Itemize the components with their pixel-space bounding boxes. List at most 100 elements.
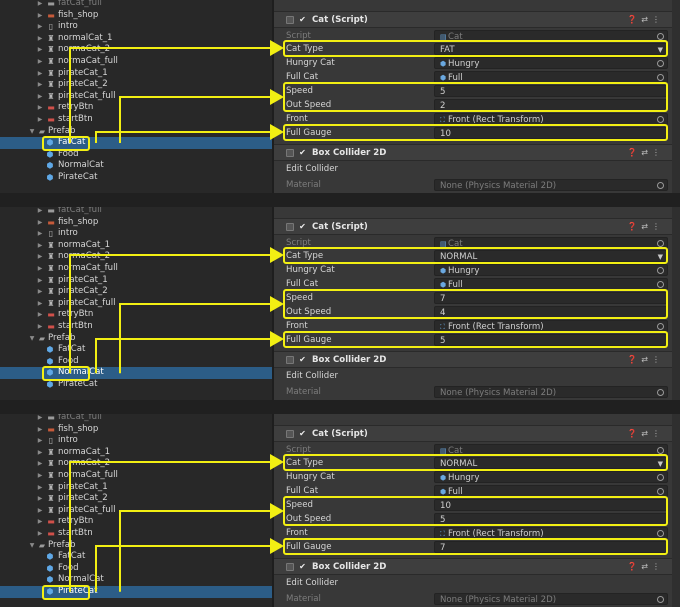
component-header[interactable]: ✔ Cat (Script) ❓⇄⋮ xyxy=(274,425,672,442)
component-tools[interactable]: ❓⇄⋮ xyxy=(627,15,664,24)
component-tools[interactable]: ❓⇄⋮ xyxy=(627,562,664,571)
expand-right-icon[interactable]: ▶ xyxy=(36,91,44,103)
hierarchy-item[interactable]: ▶ ♜ normaCat_1 xyxy=(0,447,272,459)
enabled-checkbox[interactable]: ✔ xyxy=(298,429,307,438)
component-tools[interactable]: ❓⇄⋮ xyxy=(627,148,664,157)
object-picker-icon[interactable] xyxy=(657,323,664,330)
hierarchy-item[interactable]: ▶ ▬ retryBtn xyxy=(0,102,272,114)
object-picker-icon[interactable] xyxy=(657,182,664,189)
hierarchy-item[interactable]: ⬢ Food xyxy=(0,149,272,161)
hierarchy-item-selected[interactable]: ⬢ PirateCat xyxy=(0,586,272,598)
hierarchy-item[interactable]: ▶ ♜ normaCat_1 xyxy=(0,240,272,252)
hierarchy-item[interactable]: ⬢ PirateCat xyxy=(0,379,272,391)
hierarchy-item[interactable]: ▶ ▬ startBtn xyxy=(0,321,272,333)
hierarchy-item[interactable]: ▶ ♜ normaCat_full xyxy=(0,56,272,68)
hierarchy-item-selected[interactable]: ⬢ NormalCat xyxy=(0,367,272,379)
component-header[interactable]: ✔ Cat (Script) ❓⇄⋮ xyxy=(274,218,672,235)
expand-right-icon[interactable]: ▶ xyxy=(36,44,44,56)
hierarchy-item[interactable]: ▶ ♜ pirateCat_full xyxy=(0,298,272,310)
hierarchy-item[interactable]: ⬢ NormalCat xyxy=(0,574,272,586)
property-value-material[interactable]: None (Physics Material 2D) xyxy=(434,386,668,398)
expand-right-icon[interactable]: ▶ xyxy=(36,528,44,540)
expand-right-icon[interactable]: ▶ xyxy=(36,114,44,126)
hierarchy-item[interactable]: ⬢ PirateCat xyxy=(0,172,272,184)
hierarchy-item[interactable]: ▶ ▬ fish_shop xyxy=(0,217,272,229)
object-picker-icon[interactable] xyxy=(657,60,664,67)
expand-down-icon[interactable]: ▼ xyxy=(28,126,36,138)
hierarchy-item[interactable]: ▶ ▬ fatCat_full xyxy=(0,0,272,10)
property-value-material[interactable]: None (Physics Material 2D) xyxy=(434,179,668,191)
enabled-checkbox[interactable]: ✔ xyxy=(298,222,307,231)
component-tools[interactable]: ❓⇄⋮ xyxy=(627,429,664,438)
object-picker-icon[interactable] xyxy=(657,596,664,603)
hierarchy-item[interactable]: ▶ ♜ pirateCat_1 xyxy=(0,275,272,287)
hierarchy-item[interactable]: ▶ ♜ pirateCat_1 xyxy=(0,482,272,494)
hierarchy-item[interactable]: ▶ ♜ pirateCat_2 xyxy=(0,493,272,505)
hierarchy-item[interactable]: ▶ ♜ pirateCat_2 xyxy=(0,79,272,91)
hierarchy-item[interactable]: ▶ ♜ pirateCat_2 xyxy=(0,286,272,298)
component-header[interactable]: ✔ Cat (Script) ❓⇄⋮ xyxy=(274,11,672,28)
expand-right-icon[interactable]: ▶ xyxy=(36,102,44,114)
expand-right-icon[interactable]: ▶ xyxy=(36,516,44,528)
expand-right-icon[interactable]: ▶ xyxy=(36,207,44,217)
expand-right-icon[interactable]: ▶ xyxy=(36,240,44,252)
hierarchy-item[interactable]: ▶ ♜ normaCat_2 xyxy=(0,251,272,263)
expand-right-icon[interactable]: ▶ xyxy=(36,414,44,424)
hierarchy-item[interactable]: ⬢ FatCat xyxy=(0,551,272,563)
hierarchy-item[interactable]: ⬢ NormalCat xyxy=(0,160,272,172)
component-header[interactable]: ✔ Box Collider 2D ❓⇄⋮ xyxy=(274,558,672,575)
hierarchy-item[interactable]: ▶ ▬ fish_shop xyxy=(0,424,272,436)
object-picker-icon[interactable] xyxy=(657,267,664,274)
expand-right-icon[interactable]: ▶ xyxy=(36,435,44,447)
hierarchy-item[interactable]: ▶ ♜ pirateCat_1 xyxy=(0,68,272,80)
object-picker-icon[interactable] xyxy=(657,74,664,81)
expand-right-icon[interactable]: ▶ xyxy=(36,263,44,275)
hierarchy-item[interactable]: ▶ ♜ normaCat_2 xyxy=(0,458,272,470)
hierarchy-item[interactable]: ⬢ Food xyxy=(0,563,272,575)
component-header[interactable]: ✔ Box Collider 2D ❓⇄⋮ xyxy=(274,144,672,161)
enabled-checkbox[interactable]: ✔ xyxy=(298,15,307,24)
inspector-scrollbar[interactable] xyxy=(672,207,680,400)
object-picker-icon[interactable] xyxy=(657,488,664,495)
expand-down-icon[interactable]: ▼ xyxy=(28,540,36,552)
expand-right-icon[interactable]: ▶ xyxy=(36,21,44,33)
expand-right-icon[interactable]: ▶ xyxy=(36,309,44,321)
expand-right-icon[interactable]: ▶ xyxy=(36,251,44,263)
hierarchy-item[interactable]: ⬢ Food xyxy=(0,356,272,368)
component-tools[interactable]: ❓⇄⋮ xyxy=(627,222,664,231)
object-picker-icon[interactable] xyxy=(657,33,664,40)
expand-right-icon[interactable]: ▶ xyxy=(36,275,44,287)
hierarchy-item[interactable]: ▼ ▰ Prefab xyxy=(0,126,272,138)
expand-right-icon[interactable]: ▶ xyxy=(36,424,44,436)
expand-right-icon[interactable]: ▶ xyxy=(36,79,44,91)
hierarchy-item[interactable]: ▼ ▰ Prefab xyxy=(0,333,272,345)
expand-right-icon[interactable]: ▶ xyxy=(36,68,44,80)
hierarchy-item[interactable]: ▶ ▬ fish_shop xyxy=(0,10,272,22)
hierarchy-item[interactable]: ▶ ♜ normaCat_full xyxy=(0,263,272,275)
hierarchy-item[interactable]: ▶ ▬ retryBtn xyxy=(0,309,272,321)
expand-right-icon[interactable]: ▶ xyxy=(36,286,44,298)
object-picker-icon[interactable] xyxy=(657,281,664,288)
hierarchy-item[interactable]: ⬢ FatCat xyxy=(0,344,272,356)
expand-right-icon[interactable]: ▶ xyxy=(36,228,44,240)
expand-right-icon[interactable]: ▶ xyxy=(36,56,44,68)
expand-right-icon[interactable]: ▶ xyxy=(36,321,44,333)
inspector-scrollbar[interactable] xyxy=(672,414,680,607)
enabled-checkbox[interactable]: ✔ xyxy=(298,148,307,157)
expand-right-icon[interactable]: ▶ xyxy=(36,458,44,470)
object-picker-icon[interactable] xyxy=(657,447,664,454)
expand-right-icon[interactable]: ▶ xyxy=(36,298,44,310)
hierarchy-item[interactable]: ▶ ▯ intro xyxy=(0,228,272,240)
object-picker-icon[interactable] xyxy=(657,389,664,396)
inspector-scrollbar[interactable] xyxy=(672,0,680,193)
property-value-hungry-cat[interactable]: ⬢ Hungry xyxy=(434,264,668,276)
expand-right-icon[interactable]: ▶ xyxy=(36,505,44,517)
hierarchy-item[interactable]: ▶ ▬ fatCat_full xyxy=(0,414,272,424)
hierarchy-item[interactable]: ▶ ▬ startBtn xyxy=(0,528,272,540)
hierarchy-item[interactable]: ▶ ♜ normaCat_full xyxy=(0,470,272,482)
hierarchy-item[interactable]: ▶ ♜ normalCat_1 xyxy=(0,33,272,45)
component-tools[interactable]: ❓⇄⋮ xyxy=(627,355,664,364)
enabled-checkbox[interactable]: ✔ xyxy=(298,355,307,364)
expand-right-icon[interactable]: ▶ xyxy=(36,217,44,229)
expand-right-icon[interactable]: ▶ xyxy=(36,33,44,45)
